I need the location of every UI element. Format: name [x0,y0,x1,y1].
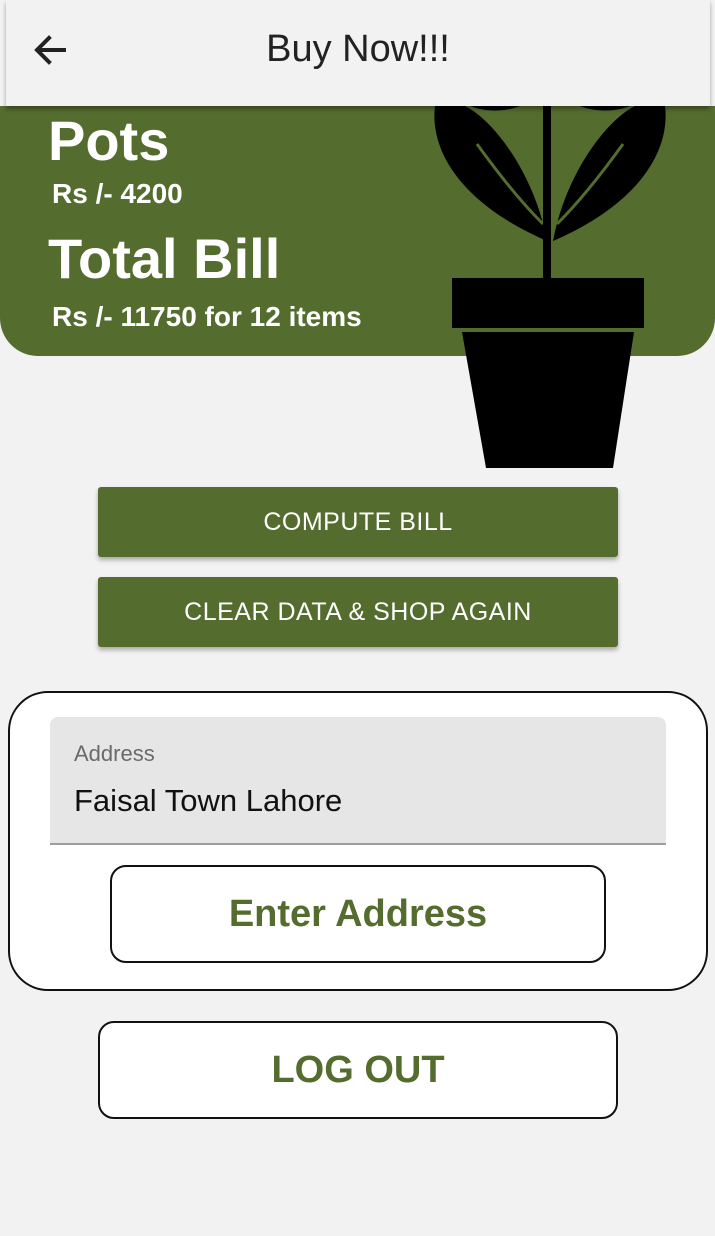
address-value[interactable]: Faisal Town Lahore [74,783,342,819]
app-bar: Buy Now!!! [6,0,710,106]
page-title: Buy Now!!! [266,28,450,70]
item-title: Pots [48,109,170,172]
item-price: Rs /- 4200 [52,178,183,209]
logout-button[interactable]: LOG OUT [98,1021,618,1119]
total-bill-title: Total Bill [48,227,281,290]
address-card: Address Faisal Town Lahore Enter Address [8,691,708,991]
address-label: Address [74,741,155,766]
enter-address-button[interactable]: Enter Address [110,865,606,963]
potted-plant-icon [434,106,666,468]
compute-bill-button[interactable]: COMPUTE BILL [98,487,618,557]
total-bill-summary: Rs /- 11750 for 12 items [52,301,362,332]
clear-data-button[interactable]: CLEAR DATA & SHOP AGAIN [98,577,618,647]
address-field[interactable]: Address Faisal Town Lahore [50,717,666,845]
